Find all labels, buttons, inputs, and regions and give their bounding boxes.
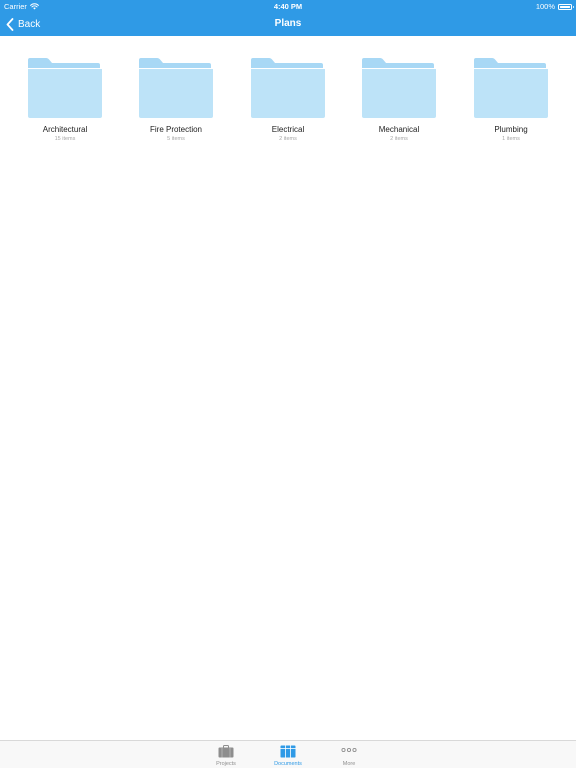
folder-name: Fire Protection [149, 125, 203, 134]
more-icon [341, 747, 357, 753]
tab-documents[interactable]: Documents [263, 741, 313, 768]
folder-count: 2 items [390, 136, 408, 142]
folder-count: 5 items [167, 136, 185, 142]
battery-percent: 100% [535, 2, 555, 11]
folder-name: Mechanical [378, 125, 420, 134]
folder-electrical[interactable]: Electrical 2 items [238, 58, 338, 148]
folder-name: Electrical [271, 125, 305, 134]
folder-mechanical[interactable]: Mechanical 2 items [349, 58, 449, 148]
folder-name: Architectural [42, 125, 88, 134]
nav-bar: Back Plans [0, 12, 576, 36]
folder-icon [362, 58, 436, 118]
status-time: 4:40 PM [273, 2, 303, 11]
folder-icon [139, 58, 213, 118]
folder-plumbing[interactable]: Plumbing 1 items [461, 58, 561, 148]
folder-name: Plumbing [494, 125, 528, 134]
tab-label: Documents [274, 761, 302, 767]
documents-icon [280, 745, 296, 758]
tab-icon-wrap [324, 745, 374, 758]
battery-fill [560, 5, 570, 8]
folder-count: 1 items [502, 136, 520, 142]
briefcase-icon [218, 745, 234, 758]
folder-count: 15 items [54, 136, 76, 142]
folder-icon [474, 58, 548, 118]
tab-more[interactable]: More [324, 741, 374, 768]
tab-label: More [342, 761, 356, 767]
tab-icon-wrap [201, 745, 251, 758]
header: Carrier 4:40 PM 100% Back Plans [0, 0, 576, 36]
folder-grid: Architectural 15 items Fire Protection 5… [0, 58, 576, 158]
status-right: 100% [535, 2, 574, 11]
battery-icon [558, 3, 574, 10]
folder-architectural[interactable]: Architectural 15 items [15, 58, 115, 148]
status-bar: Carrier 4:40 PM 100% [0, 0, 576, 12]
folder-fire-protection[interactable]: Fire Protection 5 items [126, 58, 226, 148]
folder-icon [28, 58, 102, 118]
folder-icon [251, 58, 325, 118]
tab-projects[interactable]: Projects [201, 741, 251, 768]
tab-icon-wrap [263, 745, 313, 758]
page-title: Plans [274, 18, 302, 29]
folder-count: 2 items [279, 136, 297, 142]
tab-label: Projects [216, 761, 236, 767]
tab-bar: Projects Documents More [0, 740, 576, 768]
